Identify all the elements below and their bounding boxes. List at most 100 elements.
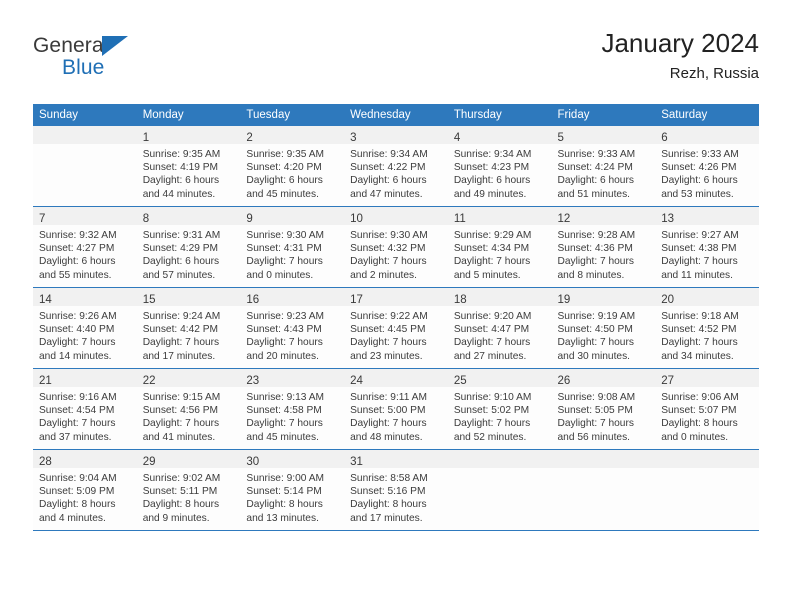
calendar-day-cell[interactable]: 1 Sunrise: 9:35 AM Sunset: 4:19 PM Daylight… — [136, 126, 241, 207]
day-number: 26 — [557, 375, 571, 387]
calendar-day-cell-empty — [447, 449, 552, 531]
calendar-day-cell[interactable]: 21 Sunrise: 9:16 AM Sunset: 4:54 PM Dayligh… — [33, 368, 137, 450]
calendar-day-cell[interactable]: 15 Sunrise: 9:24 AM Sunset: 4:42 PM Dayligh… — [136, 287, 241, 369]
day-info-line: Daylight: 8 hours — [350, 499, 427, 511]
day-cell-inner: 12 Sunrise: 9:28 AM Sunset: 4:36 PM Dayligh… — [551, 207, 656, 287]
calendar-day-cell[interactable]: 18 Sunrise: 9:20 AM Sunset: 4:47 PM Dayligh… — [447, 287, 552, 369]
day-number-band: 24 — [344, 369, 448, 387]
day-number: 7 — [39, 213, 46, 225]
day-info-line: Sunset: 4:20 PM — [246, 162, 322, 174]
day-number: 31 — [350, 456, 363, 468]
day-info-line: Daylight: 7 hours — [142, 418, 220, 430]
day-info-line: Sunrise: 9:18 AM — [661, 311, 739, 322]
calendar-day-cell[interactable]: 2 Sunrise: 9:35 AM Sunset: 4:20 PM Daylight… — [240, 126, 345, 207]
calendar-day-cell[interactable]: 24 Sunrise: 9:11 AM Sunset: 5:00 PM Dayligh… — [344, 368, 448, 450]
day-info-block: Sunrise: 8:58 AM Sunset: 5:16 PM Daylight:… — [344, 468, 448, 530]
day-info-line: Sunset: 4:26 PM — [661, 162, 737, 174]
day-info-line: and 57 minutes. — [142, 269, 216, 281]
day-info-line: Daylight: 6 hours — [39, 256, 116, 268]
day-info-line: Sunrise: 9:15 AM — [142, 392, 221, 403]
day-info-line: Sunset: 4:36 PM — [557, 243, 633, 255]
day-cell-inner: 18 Sunrise: 9:20 AM Sunset: 4:47 PM Dayligh… — [447, 288, 552, 368]
calendar-day-cell[interactable]: 14 Sunrise: 9:26 AM Sunset: 4:40 PM Dayligh… — [33, 287, 137, 369]
day-info-block: Sunrise: 9:30 AM Sunset: 4:32 PM Daylight:… — [344, 225, 448, 287]
day-info-line: Sunset: 5:00 PM — [350, 405, 426, 417]
day-info-line: Sunrise: 9:27 AM — [661, 230, 739, 241]
brand-name-general: General — [33, 34, 109, 57]
day-number-band: 20 — [655, 288, 759, 306]
day-info-line: Sunrise: 9:11 AM — [350, 392, 427, 403]
calendar-day-cell[interactable]: 23 Sunrise: 9:13 AM Sunset: 4:58 PM Dayligh… — [240, 368, 345, 450]
calendar-day-cell[interactable]: 20 Sunrise: 9:18 AM Sunset: 4:52 PM Dayligh… — [655, 287, 759, 369]
calendar-day-cell[interactable]: 12 Sunrise: 9:28 AM Sunset: 4:36 PM Dayligh… — [551, 206, 656, 288]
brand-logo[interactable]: General Blue — [33, 34, 183, 90]
day-cell-inner: 26 Sunrise: 9:08 AM Sunset: 5:05 PM Dayligh… — [551, 369, 656, 449]
calendar-day-cell[interactable]: 4 Sunrise: 9:34 AM Sunset: 4:23 PM Daylight… — [447, 126, 552, 207]
day-info-line: Daylight: 7 hours — [246, 256, 323, 268]
calendar-day-cell[interactable]: 5 Sunrise: 9:33 AM Sunset: 4:24 PM Daylight… — [551, 126, 656, 207]
day-number: 18 — [453, 294, 467, 306]
day-cell-inner: 16 Sunrise: 9:23 AM Sunset: 4:43 PM Dayligh… — [240, 288, 345, 368]
day-number: 4 — [453, 132, 461, 144]
day-info-line: Daylight: 6 hours — [557, 175, 634, 187]
calendar-day-cell-empty — [551, 449, 656, 531]
day-number: 10 — [350, 213, 363, 225]
day-number: 8 — [142, 213, 150, 225]
day-info-line: and 11 minutes. — [661, 269, 733, 281]
day-number: 27 — [661, 375, 675, 387]
calendar-day-cell[interactable]: 17 Sunrise: 9:22 AM Sunset: 4:45 PM Dayligh… — [344, 287, 448, 369]
calendar-day-cell[interactable]: 31 Sunrise: 8:58 AM Sunset: 5:16 PM Dayligh… — [344, 449, 448, 531]
day-info-line: and 45 minutes. — [246, 431, 319, 443]
calendar-day-cell[interactable]: 7 Sunrise: 9:32 AM Sunset: 4:27 PM Daylight… — [33, 206, 137, 288]
calendar-day-cell[interactable]: 16 Sunrise: 9:23 AM Sunset: 4:43 PM Dayligh… — [240, 287, 345, 369]
day-info-line: and 49 minutes. — [453, 188, 527, 200]
calendar-grid: Sunday Monday Tuesday Wednesday Thursday Frid… — [33, 104, 759, 531]
calendar-day-cell[interactable]: 8 Sunrise: 9:31 AM Sunset: 4:29 PM Daylight… — [136, 206, 241, 288]
day-info-line: Sunrise: 9:30 AM — [350, 230, 428, 241]
calendar-body: 1 Sunrise: 9:35 AM Sunset: 4:19 PM Daylight… — [33, 126, 759, 531]
day-number-band: 27 — [655, 369, 759, 387]
day-number: 12 — [557, 213, 571, 225]
day-number-band: 28 — [33, 450, 137, 468]
day-info-line: Daylight: 7 hours — [557, 256, 634, 268]
calendar-day-cell[interactable]: 22 Sunrise: 9:15 AM Sunset: 4:56 PM Dayligh… — [136, 368, 241, 450]
calendar-day-cell[interactable]: 25 Sunrise: 9:10 AM Sunset: 5:02 PM Dayligh… — [447, 368, 552, 450]
day-number: 25 — [453, 375, 467, 387]
day-info-line: Daylight: 7 hours — [661, 337, 738, 349]
day-info-line: Sunrise: 9:28 AM — [557, 230, 636, 241]
day-info-line: Sunset: 4:56 PM — [142, 405, 219, 417]
day-info-block: Sunrise: 9:30 AM Sunset: 4:31 PM Daylight:… — [240, 225, 345, 287]
day-info-block: Sunrise: 9:27 AM Sunset: 4:38 PM Daylight:… — [655, 225, 759, 287]
day-number-band: 22 — [136, 369, 241, 387]
day-info-line: Sunrise: 9:33 AM — [661, 149, 739, 160]
day-info-block: Sunrise: 9:15 AM Sunset: 4:56 PM Daylight:… — [136, 387, 241, 449]
calendar-week-row: 7 Sunrise: 9:32 AM Sunset: 4:27 PM Daylight… — [33, 206, 759, 288]
calendar-day-cell[interactable]: 19 Sunrise: 9:19 AM Sunset: 4:50 PM Dayligh… — [551, 287, 656, 369]
calendar-day-cell[interactable]: 11 Sunrise: 9:29 AM Sunset: 4:34 PM Dayligh… — [447, 206, 552, 288]
calendar-day-cell[interactable]: 28 Sunrise: 9:04 AM Sunset: 5:09 PM Dayligh… — [33, 449, 137, 531]
day-info-line: Sunrise: 9:35 AM — [142, 149, 221, 160]
day-info-line: Sunrise: 8:58 AM — [350, 473, 428, 484]
calendar-day-cell[interactable]: 27 Sunrise: 9:06 AM Sunset: 5:07 PM Dayligh… — [655, 368, 759, 450]
calendar-day-cell[interactable]: 13 Sunrise: 9:27 AM Sunset: 4:38 PM Dayligh… — [655, 206, 759, 288]
day-number-band: 15 — [136, 288, 241, 306]
day-info-block: Sunrise: 9:33 AM Sunset: 4:26 PM Daylight:… — [655, 144, 759, 206]
day-number-band: 26 — [551, 369, 656, 387]
calendar-day-cell[interactable]: 9 Sunrise: 9:30 AM Sunset: 4:31 PM Daylight… — [240, 206, 345, 288]
day-info-line: Sunset: 4:19 PM — [142, 162, 219, 174]
calendar-week-row: 14 Sunrise: 9:26 AM Sunset: 4:40 PM Dayligh… — [33, 287, 759, 369]
day-info-line: Sunrise: 9:06 AM — [661, 392, 739, 403]
calendar-day-cell[interactable]: 10 Sunrise: 9:30 AM Sunset: 4:32 PM Dayligh… — [344, 206, 448, 288]
calendar-day-cell[interactable]: 29 Sunrise: 9:02 AM Sunset: 5:11 PM Dayligh… — [136, 449, 241, 531]
day-number-band: 25 — [447, 369, 552, 387]
weekday-header-monday: Monday — [136, 104, 241, 126]
calendar-header-row: Sunday Monday Tuesday Wednesday Thursday Frid… — [33, 104, 759, 126]
day-info-line: Sunrise: 9:34 AM — [350, 149, 428, 160]
day-cell-inner: 6 Sunrise: 9:33 AM Sunset: 4:26 PM Daylight… — [655, 126, 759, 206]
calendar-day-cell[interactable]: 26 Sunrise: 9:08 AM Sunset: 5:05 PM Dayligh… — [551, 368, 656, 450]
calendar-day-cell[interactable]: 6 Sunrise: 9:33 AM Sunset: 4:26 PM Daylight… — [655, 126, 759, 207]
brand-name-blue: Blue — [62, 56, 105, 79]
calendar-day-cell[interactable]: 3 Sunrise: 9:34 AM Sunset: 4:22 PM Daylight… — [344, 126, 448, 207]
day-info-block: Sunrise: 9:13 AM Sunset: 4:58 PM Daylight:… — [240, 387, 345, 449]
calendar-day-cell[interactable]: 30 Sunrise: 9:00 AM Sunset: 5:14 PM Dayligh… — [240, 449, 345, 531]
